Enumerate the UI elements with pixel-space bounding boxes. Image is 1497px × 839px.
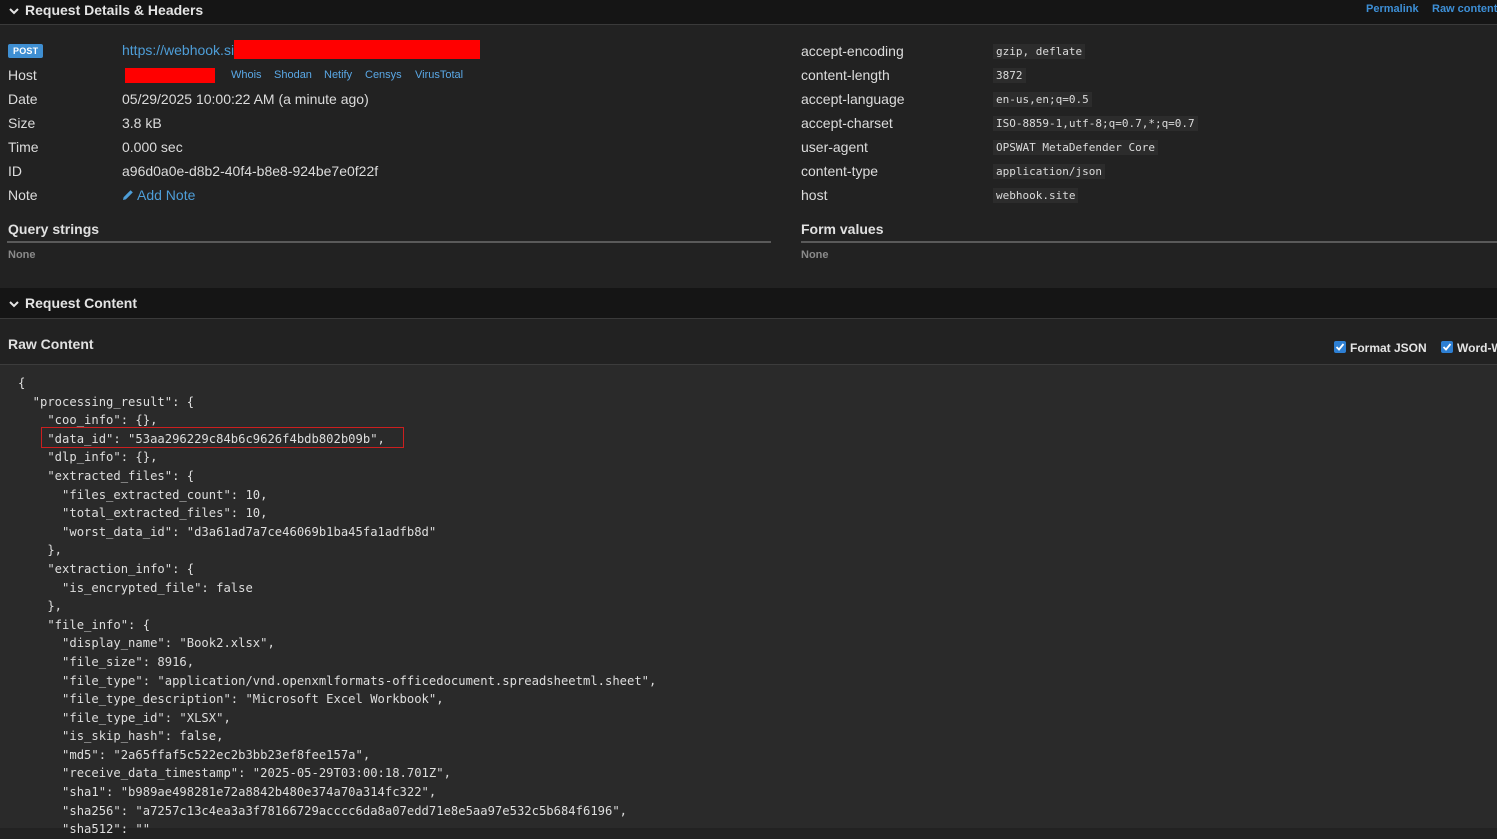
request-content-header: Request Content bbox=[0, 288, 1497, 319]
header-name: content-length bbox=[801, 67, 890, 83]
form-values-title: Form values bbox=[801, 221, 884, 237]
divider bbox=[801, 241, 1497, 243]
shodan-link[interactable]: Shodan bbox=[274, 69, 312, 81]
permalink-link[interactable]: Permalink bbox=[1366, 3, 1419, 15]
header-name: accept-language bbox=[801, 91, 905, 107]
chevron-down-icon bbox=[9, 6, 19, 16]
add-note-label: Add Note bbox=[137, 187, 196, 203]
checkbox-checked-icon bbox=[1334, 341, 1346, 353]
divider bbox=[7, 241, 771, 243]
raw-content-link[interactable]: Raw content bbox=[1432, 3, 1497, 15]
form-values-empty: None bbox=[801, 249, 829, 261]
code-line: "worst_data_id": "d3a61ad7a7ce46069b1ba4… bbox=[62, 524, 437, 539]
header-value: OPSWAT MetaDefender Core bbox=[993, 140, 1158, 155]
section-title: Request Content bbox=[25, 295, 137, 311]
checkbox-checked-icon bbox=[1441, 341, 1453, 353]
size-value: 3.8 kB bbox=[122, 115, 162, 131]
pencil-icon bbox=[122, 188, 134, 200]
header-name: accept-charset bbox=[801, 115, 893, 131]
time-value: 0.000 sec bbox=[122, 139, 183, 155]
code-line: "total_extracted_files": 10, bbox=[62, 506, 268, 521]
redacted-host bbox=[125, 68, 215, 83]
header-name: accept-encoding bbox=[801, 43, 904, 59]
virustotal-link[interactable]: VirusTotal bbox=[415, 69, 463, 81]
code-line: "file_type_description": "Microsoft Exce… bbox=[62, 692, 444, 707]
whois-link[interactable]: Whois bbox=[231, 69, 262, 81]
code-line: "sha512": "" bbox=[18, 822, 151, 837]
word-wrap-label: Word-W bbox=[1457, 341, 1497, 355]
id-value: a96d0a0e-d8b2-40f4-b8e8-924be7e0f22f bbox=[122, 163, 379, 179]
code-line: }, bbox=[47, 599, 63, 614]
code-line: "display_name": "Book2.xlsx", bbox=[62, 636, 275, 651]
redacted-url bbox=[234, 40, 480, 59]
header-name: content-type bbox=[801, 163, 879, 179]
code-line: "is_skip_hash": false, bbox=[62, 729, 224, 744]
date-label: Date bbox=[8, 91, 38, 107]
header-value: en-us,en;q=0.5 bbox=[993, 92, 1092, 107]
header-value: 3872 bbox=[993, 68, 1026, 83]
code-line: "extracted_files": { bbox=[47, 468, 195, 483]
code-line: "sha256": "a7257c13c4ea3a3f78166729acccc… bbox=[62, 803, 628, 818]
note-label: Note bbox=[8, 187, 38, 203]
code-line: "receive_data_timestamp": "2025-05-29T03… bbox=[62, 766, 451, 781]
code-line: "is_encrypted_file": false bbox=[62, 580, 253, 595]
code-line: "sha1": "b989ae498281e72a8842b480e374a70… bbox=[62, 785, 437, 800]
code-line: "dlp_info": {}, bbox=[47, 450, 158, 465]
code-line: "extraction_info": { bbox=[47, 561, 195, 576]
code-line: "files_extracted_count": 10, bbox=[62, 487, 268, 502]
query-strings-title: Query strings bbox=[8, 221, 100, 237]
host-label: Host bbox=[8, 67, 37, 83]
netify-link[interactable]: Netify bbox=[324, 69, 352, 81]
code-line: "file_info": { bbox=[47, 617, 151, 632]
method-badge: POST bbox=[8, 44, 44, 58]
header-value: webhook.site bbox=[993, 188, 1079, 203]
section-title: Request Details & Headers bbox=[25, 2, 204, 18]
query-strings-empty: None bbox=[8, 249, 36, 261]
code-line: "md5": "2a65ffaf5c522ec2b3bb23ef8fee157a… bbox=[62, 747, 371, 762]
censys-link[interactable]: Censys bbox=[365, 69, 402, 81]
code-line: { bbox=[18, 376, 26, 390]
word-wrap-checkbox[interactable]: Word-W bbox=[1441, 339, 1497, 355]
date-value: 05/29/2025 10:00:22 AM (a minute ago) bbox=[122, 91, 369, 107]
request-url-link[interactable]: https://webhook.site bbox=[122, 42, 246, 58]
code-line: "processing_result": { bbox=[32, 394, 195, 409]
time-label: Time bbox=[8, 139, 39, 155]
chevron-down-icon bbox=[9, 299, 19, 309]
request-details-header: Request Details & Headers Permalink Raw … bbox=[0, 0, 1497, 25]
header-value: application/json bbox=[993, 164, 1105, 179]
raw-content-title: Raw Content bbox=[8, 336, 94, 352]
request-content-toggle[interactable]: Request Content bbox=[9, 295, 137, 311]
size-label: Size bbox=[8, 115, 36, 131]
header-name: host bbox=[801, 187, 828, 203]
add-note-button[interactable]: Add Note bbox=[122, 187, 195, 203]
format-json-label: Format JSON bbox=[1350, 341, 1427, 355]
code-line: "coo_info": {}, bbox=[47, 413, 158, 428]
code-line: "file_size": 8916, bbox=[62, 654, 195, 669]
code-line: }, bbox=[47, 543, 63, 558]
data-id-highlight bbox=[41, 427, 404, 448]
request-details-toggle[interactable]: Request Details & Headers bbox=[9, 2, 203, 18]
header-value: ISO-8859-1,utf-8;q=0.7,*;q=0.7 bbox=[993, 116, 1198, 131]
format-json-checkbox[interactable]: Format JSON bbox=[1334, 339, 1427, 355]
code-line: "file_type_id": "XLSX", bbox=[62, 710, 231, 725]
code-line: "file_type": "application/vnd.openxmlfor… bbox=[62, 673, 657, 688]
id-label: ID bbox=[8, 163, 22, 179]
header-value: gzip, deflate bbox=[993, 44, 1086, 59]
header-name: user-agent bbox=[801, 139, 868, 155]
